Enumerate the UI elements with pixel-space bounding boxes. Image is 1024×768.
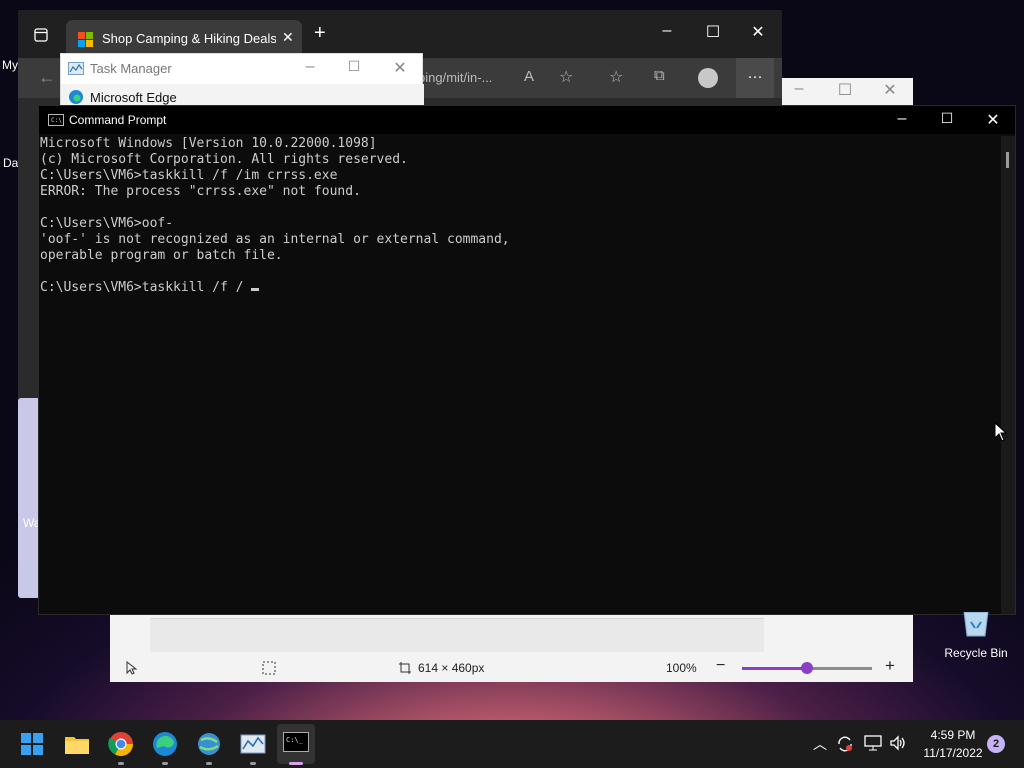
- sync-icon[interactable]: [836, 735, 854, 753]
- command-prompt-icon: C:\_: [283, 732, 309, 752]
- svg-text:C:\_: C:\_: [286, 736, 304, 744]
- address-bar[interactable]: ping/mit/in-...: [418, 66, 528, 90]
- zoom-in-button[interactable]: +: [885, 656, 895, 676]
- desktop-label-my: My: [2, 58, 18, 72]
- network-icon[interactable]: [864, 735, 882, 751]
- read-aloud-icon[interactable]: A: [524, 68, 534, 85]
- edge-icon: [69, 90, 83, 104]
- running-indicator: [250, 762, 256, 765]
- svg-text:C:\: C:\: [51, 117, 62, 124]
- minimize-button[interactable]: –: [887, 110, 917, 128]
- maximize-button[interactable]: ☐: [339, 58, 369, 75]
- task-manager-icon[interactable]: [237, 728, 269, 760]
- scrollbar[interactable]: [1001, 136, 1015, 614]
- start-icon[interactable]: [16, 728, 48, 760]
- chevron-up-icon[interactable]: ︿: [813, 734, 827, 754]
- close-button[interactable]: ✕: [385, 58, 415, 78]
- favorite-icon[interactable]: ☆: [559, 67, 573, 87]
- close-button[interactable]: ✕: [978, 110, 1008, 130]
- zoom-slider-thumb[interactable]: [801, 662, 813, 674]
- minimize-button[interactable]: –: [295, 58, 325, 76]
- clock-date[interactable]: 11/17/2022: [912, 746, 994, 760]
- maximize-button[interactable]: ☐: [932, 110, 962, 127]
- edge-icon[interactable]: [149, 728, 181, 760]
- cmd-titlebar[interactable]: C:\ Command Prompt – ☐ ✕: [39, 106, 1015, 134]
- collections-icon[interactable]: ⧉: [654, 67, 665, 84]
- file-explorer-icon[interactable]: [61, 728, 93, 760]
- console-input[interactable]: C:\Users\VM6>taskkill /f /: [40, 280, 251, 295]
- console-line: ERROR: The process "crrss.exe" not found…: [40, 184, 361, 199]
- process-name: Microsoft Edge: [90, 90, 177, 105]
- minimize-button[interactable]: –: [652, 22, 682, 40]
- side-panel: [18, 398, 40, 598]
- zoom-out-button[interactable]: −: [716, 657, 725, 675]
- recycle-bin-icon: [963, 612, 989, 637]
- canvas-size-text: 614 × 460px: [418, 661, 485, 675]
- zoom-level: 100%: [666, 661, 697, 675]
- tab-title: Shop Camping & Hiking Deals, C: [102, 31, 276, 46]
- console-line: operable program or batch file.: [40, 248, 283, 263]
- notification-badge[interactable]: 2: [987, 735, 1005, 753]
- console-prompt-line[interactable]: C:\Users\VM6>taskkill /f /: [40, 280, 997, 296]
- running-indicator: [206, 762, 212, 765]
- tab-actions-icon[interactable]: [34, 28, 48, 42]
- cmd-icon: C:\: [48, 114, 64, 126]
- task-manager-icon: [68, 62, 84, 75]
- tab-strip: Shop Camping & Hiking Deals, C ✕ + – ☐ ✕: [18, 10, 782, 58]
- canvas-area[interactable]: [150, 618, 764, 652]
- microsoft-logo-icon: [78, 32, 93, 47]
- new-tab-button[interactable]: +: [314, 22, 326, 45]
- recycle-bin-shortcut[interactable]: Recycle Bin: [940, 612, 1012, 664]
- favorites-icon[interactable]: ☆: [609, 67, 623, 87]
- maximize-button[interactable]: ☐: [698, 22, 728, 42]
- task-manager-window: Task Manager – ☐ ✕ Microsoft Edge: [60, 53, 424, 110]
- network-tool-icon[interactable]: [193, 728, 225, 760]
- back-icon[interactable]: ←: [38, 67, 56, 88]
- scrollbar-thumb[interactable]: [1006, 152, 1009, 168]
- running-indicator: [162, 762, 168, 765]
- console-output[interactable]: Microsoft Windows [Version 10.0.22000.10…: [39, 136, 997, 614]
- pointer-icon: [126, 661, 138, 675]
- text-cursor: [251, 288, 260, 291]
- command-prompt-taskbar-button[interactable]: C:\_: [277, 724, 315, 764]
- selection-icon: [262, 661, 276, 675]
- more-menu-button[interactable]: ···: [736, 58, 774, 98]
- cmd-title: Command Prompt: [69, 113, 167, 127]
- mouse-pointer-icon: [994, 422, 1008, 442]
- status-bar: 614 × 460px 100% − +: [110, 653, 913, 682]
- close-button[interactable]: ✕: [875, 80, 905, 100]
- desktop-label-da: Da: [3, 156, 19, 170]
- maximize-button[interactable]: ☐: [830, 80, 860, 100]
- recycle-bin-label: Recycle Bin: [944, 646, 1008, 660]
- volume-icon[interactable]: [889, 735, 907, 751]
- console-line: 'oof-' is not recognized as an internal …: [40, 232, 510, 247]
- task-manager-title: Task Manager: [90, 61, 172, 76]
- clock-time[interactable]: 4:59 PM: [918, 728, 988, 742]
- console-line: Microsoft Windows [Version 10.0.22000.10…: [40, 136, 377, 151]
- zoom-slider-fill: [742, 667, 807, 670]
- taskbar: C:\_ ︿ 4:59 PM 11/17/2022: [0, 720, 1024, 768]
- running-indicator: [118, 762, 124, 765]
- profile-avatar[interactable]: [698, 68, 718, 88]
- canvas-size-icon: [399, 662, 411, 674]
- minimize-button[interactable]: –: [784, 80, 814, 98]
- zoom-slider[interactable]: [742, 662, 872, 674]
- console-line: (c) Microsoft Corporation. All rights re…: [40, 152, 408, 167]
- console-line: C:\Users\VM6>oof-: [40, 216, 174, 231]
- tab-close-icon[interactable]: ✕: [282, 29, 294, 46]
- console-line: C:\Users\VM6>taskkill /f /im crrss.exe: [40, 168, 338, 183]
- close-button[interactable]: ✕: [743, 22, 773, 42]
- active-indicator: [289, 762, 303, 765]
- chrome-icon[interactable]: [105, 728, 137, 760]
- command-prompt-window: C:\ Command Prompt – ☐ ✕ Microsoft Windo…: [38, 105, 1016, 615]
